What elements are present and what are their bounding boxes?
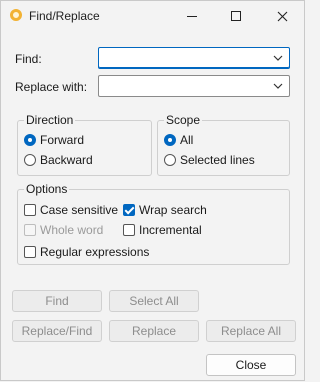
replace-button[interactable]: Replace [109, 320, 199, 342]
regex-option[interactable]: Regular expressions [24, 245, 149, 259]
whole-word-option: Whole word [24, 223, 103, 237]
scope-title: Scope [164, 113, 203, 127]
scope-all-option[interactable]: All [164, 133, 193, 147]
replace-label: Replace with: [15, 80, 88, 94]
scope-selected-lines-option[interactable]: Selected lines [164, 153, 255, 167]
close-icon [277, 11, 287, 21]
wrap-search-label: Wrap search [139, 203, 207, 217]
incremental-label: Incremental [139, 223, 202, 237]
all-label: All [180, 133, 194, 147]
radio-forward[interactable] [24, 134, 36, 146]
backward-label: Backward [40, 153, 93, 167]
app-icon [10, 9, 22, 21]
case-sensitive-checkbox[interactable] [24, 204, 36, 216]
title-bar[interactable]: Find/Replace [1, 1, 304, 31]
find-replace-dialog: Find/Replace Find: Replace with: Directi… [0, 0, 305, 381]
find-combobox[interactable] [98, 47, 290, 69]
find-button[interactable]: Find [12, 290, 102, 312]
maximize-button[interactable] [217, 1, 255, 31]
chevron-down-icon[interactable] [272, 79, 284, 93]
regex-checkbox[interactable] [24, 246, 36, 258]
wrap-search-option[interactable]: Wrap search [123, 203, 207, 217]
replace-combobox[interactable] [98, 75, 290, 97]
selected-lines-label: Selected lines [180, 153, 255, 167]
find-label: Find: [15, 52, 42, 66]
maximize-icon [231, 11, 241, 21]
select-all-button[interactable]: Select All [109, 290, 199, 312]
close-window-button[interactable] [263, 1, 301, 31]
direction-forward-option[interactable]: Forward [24, 133, 84, 147]
whole-word-label: Whole word [40, 223, 104, 237]
radio-selected-lines[interactable] [164, 154, 176, 166]
replace-input[interactable] [103, 77, 267, 97]
minimize-icon [187, 15, 197, 17]
find-input[interactable] [103, 49, 267, 69]
wrap-search-checkbox[interactable] [123, 204, 135, 216]
regex-label: Regular expressions [40, 245, 150, 259]
replace-find-button[interactable]: Replace/Find [12, 320, 102, 342]
case-sensitive-option[interactable]: Case sensitive [24, 203, 118, 217]
whole-word-checkbox [24, 224, 36, 236]
minimize-button[interactable] [173, 1, 211, 31]
incremental-checkbox[interactable] [123, 224, 135, 236]
close-button[interactable]: Close [206, 354, 296, 376]
forward-label: Forward [40, 133, 85, 147]
radio-all[interactable] [164, 134, 176, 146]
case-sensitive-label: Case sensitive [40, 203, 119, 217]
scope-group: Scope [157, 113, 290, 176]
chevron-down-icon[interactable] [272, 51, 284, 65]
direction-backward-option[interactable]: Backward [24, 153, 93, 167]
direction-title: Direction [24, 113, 76, 127]
incremental-option[interactable]: Incremental [123, 223, 202, 237]
direction-group: Direction [17, 113, 152, 176]
radio-backward[interactable] [24, 154, 36, 166]
options-title: Options [24, 182, 70, 196]
replace-all-button[interactable]: Replace All [206, 320, 296, 342]
window-title: Find/Replace [29, 9, 100, 23]
